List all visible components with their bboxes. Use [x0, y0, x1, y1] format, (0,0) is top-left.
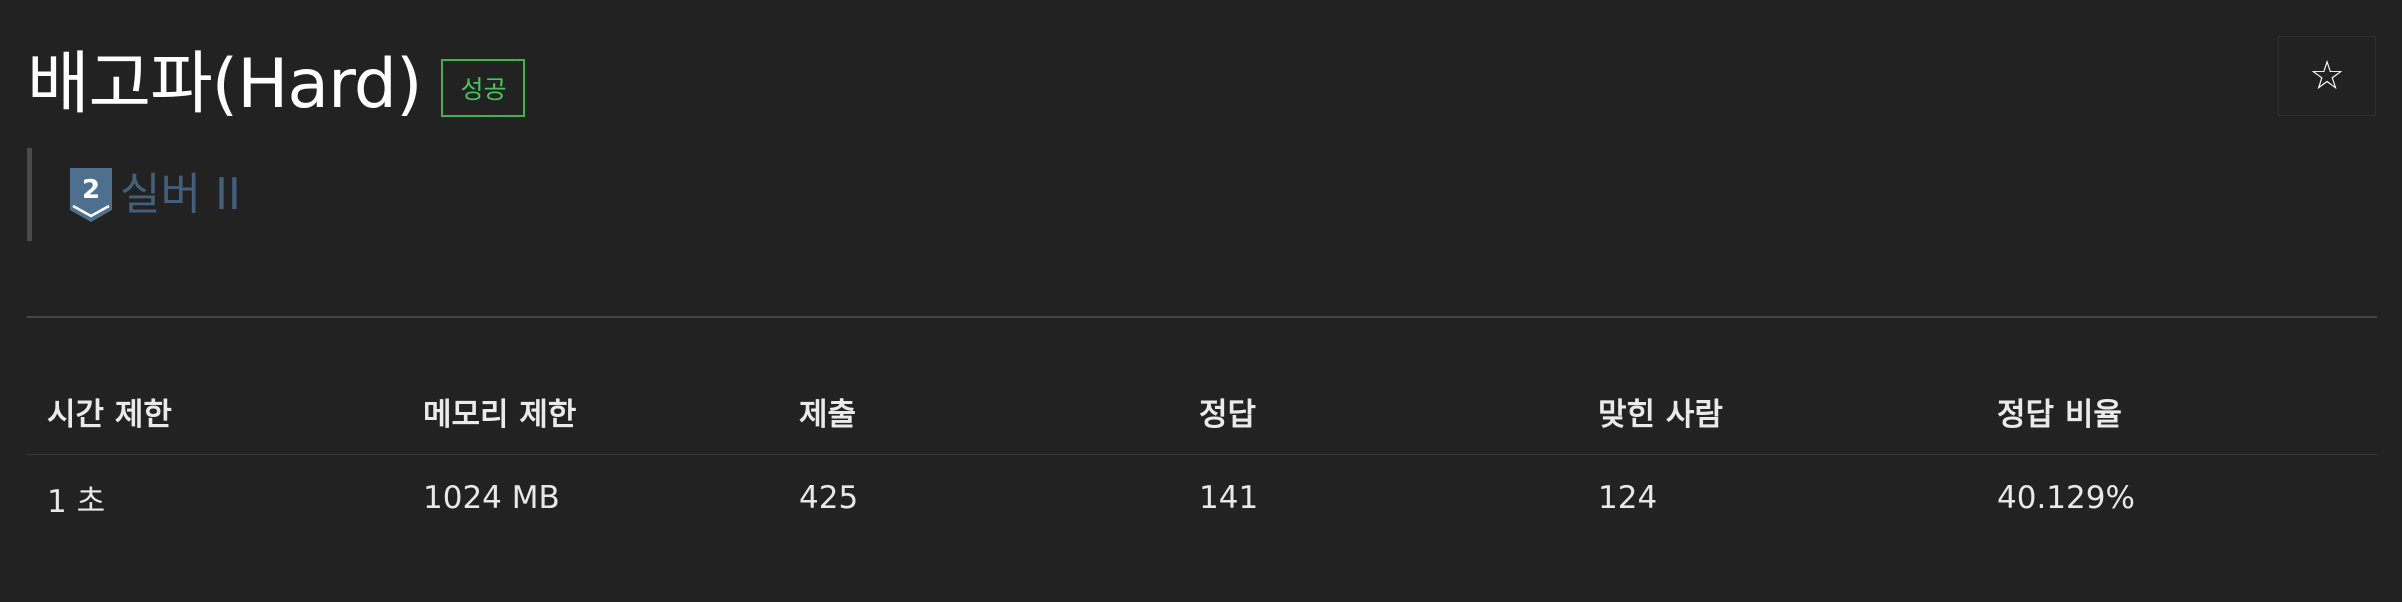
star-icon: ☆ [2309, 53, 2345, 99]
tier-icon-number: 2 [82, 175, 100, 205]
problem-header: 배고파(Hard) 성공 [27, 40, 526, 130]
stats-values-row: 1 초 1024 MB 425 141 124 40.129% [27, 455, 2377, 541]
problem-title: 배고파(Hard) [27, 45, 422, 124]
stats-header-row: 시간 제한 메모리 제한 제출 정답 맞힌 사람 정답 비율 [27, 368, 2377, 455]
result-badge: 성공 [441, 59, 526, 117]
value-solvers: 124 [1598, 480, 1658, 516]
tier-block: 2 실버 II [27, 148, 241, 241]
tier-label: 실버 II [120, 168, 241, 220]
stats-table: 시간 제한 메모리 제한 제출 정답 맞힌 사람 정답 비율 1 초 1024 … [27, 368, 2377, 541]
value-accepted: 141 [1199, 480, 1259, 516]
star-button[interactable]: ☆ [2278, 36, 2376, 116]
header-time-limit: 시간 제한 [47, 396, 172, 433]
header-submissions: 제출 [799, 396, 857, 433]
problem-page: 배고파(Hard) 성공 ☆ 2 실버 II 시간 제한 메모리 제한 제출 정… [0, 0, 2402, 602]
header-solvers: 맞힌 사람 [1598, 396, 1723, 433]
divider [27, 316, 2377, 318]
value-submissions: 425 [799, 480, 859, 516]
header-memory-limit: 메모리 제한 [423, 396, 577, 433]
silver-tier-icon: 2 [70, 167, 112, 222]
header-accepted: 정답 [1199, 396, 1257, 433]
value-memory-limit: 1024 MB [423, 480, 560, 516]
value-time-limit: 1 초 [47, 483, 106, 520]
value-accept-ratio: 40.129% [1997, 480, 2135, 516]
header-accept-ratio: 정답 비율 [1997, 396, 2122, 433]
